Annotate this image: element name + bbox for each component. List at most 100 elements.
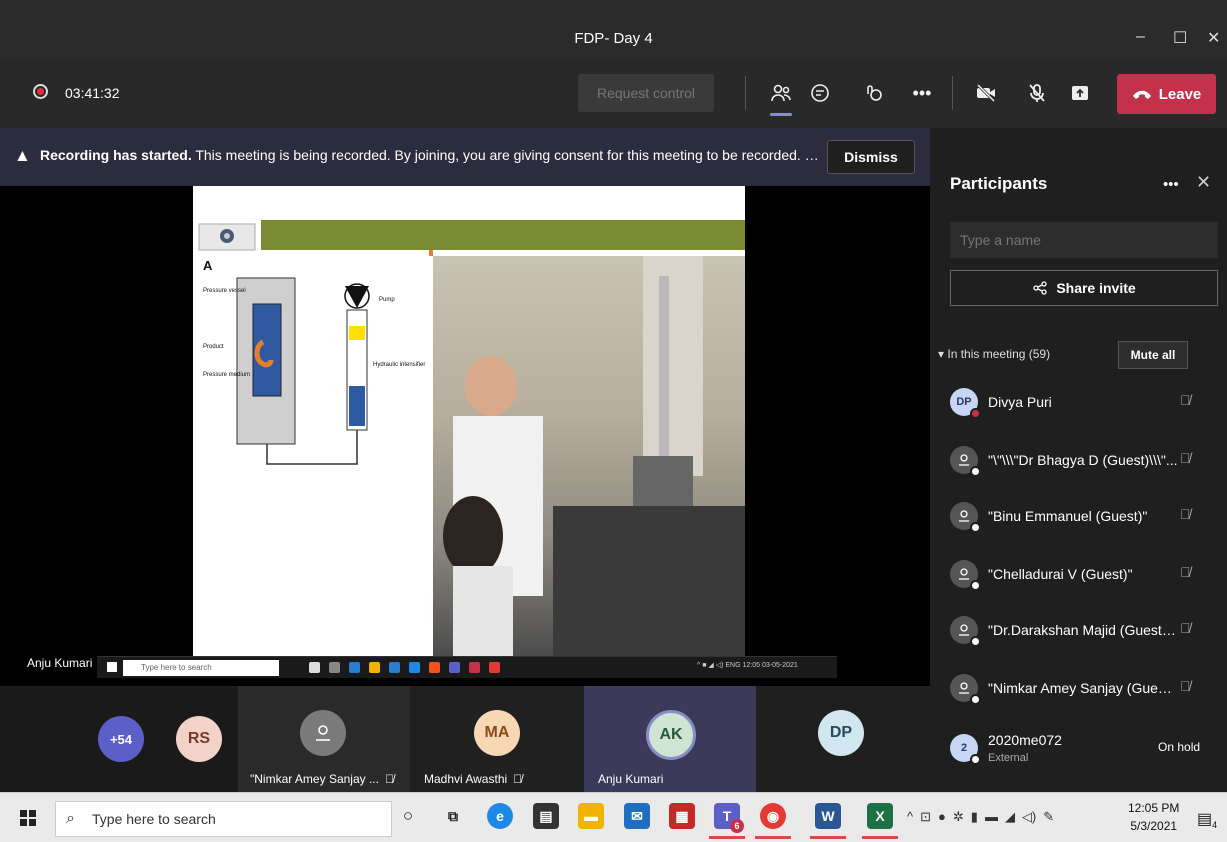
panel-more-icon[interactable]: ••• xyxy=(1163,176,1179,193)
mic-off-icon: 🎙̸ xyxy=(1180,392,1191,408)
chrome-icon[interactable]: ◉ xyxy=(755,803,791,839)
more-actions-icon[interactable]: ••• xyxy=(907,78,937,108)
shared-app-icon xyxy=(449,662,460,673)
gift-app-icon[interactable]: ▦ xyxy=(669,803,695,829)
participant-row[interactable]: "\"\\\"Dr Bhagya D (Guest)\\\"... 🎙̸ xyxy=(930,432,1227,488)
volume-icon[interactable]: ◁) xyxy=(1022,809,1036,825)
windows-start-icon[interactable] xyxy=(20,810,36,826)
participants-icon[interactable] xyxy=(766,78,796,116)
wifi-icon[interactable]: ◢ xyxy=(1005,809,1015,825)
mic-off-icon: 🎙̸ xyxy=(1180,678,1191,694)
in-meeting-label: In this meeting (59) xyxy=(947,347,1051,361)
microphone-icon[interactable]: ▮ xyxy=(971,809,978,825)
chat-icon[interactable] xyxy=(805,78,835,108)
leave-button[interactable]: Leave xyxy=(1117,74,1216,114)
mail-icon[interactable]: ✉ xyxy=(624,803,650,829)
mic-off-icon: 🎙̸ xyxy=(1180,564,1191,580)
avatar: DP xyxy=(818,710,864,756)
participant-row[interactable]: "Dr.Darakshan Majid (Guest)\... 🎙̸ xyxy=(930,602,1227,658)
request-control-button[interactable]: Request control xyxy=(578,74,714,112)
participant-row[interactable]: "Binu Emmanuel (Guest)" 🎙̸ xyxy=(930,488,1227,544)
battery-icon[interactable]: ▬ xyxy=(985,809,998,825)
label-hydraulic-intensifier: Hydraulic intensifier xyxy=(373,362,425,368)
avatar: AK xyxy=(646,710,696,760)
participant-row[interactable]: "Nimkar Amey Sanjay (Guest)" 🎙̸ xyxy=(930,660,1227,716)
clock-date: 5/3/2021 xyxy=(1130,819,1178,833)
pen-icon[interactable]: ✎ xyxy=(1043,809,1054,825)
mic-off-icon: 🎙̸ xyxy=(1180,450,1191,466)
tray-app-icon[interactable]: ⊡ xyxy=(920,809,931,825)
phone-hangup-icon xyxy=(1132,90,1151,99)
camera-off-icon[interactable] xyxy=(971,78,1001,108)
clock-time: 12:05 PM xyxy=(1128,801,1180,815)
chevron-up-icon[interactable]: ^ xyxy=(907,809,913,825)
reactions-icon[interactable] xyxy=(858,78,888,108)
taskbar-search-box[interactable]: ⌕ Type here to search xyxy=(55,801,392,837)
taskbar-clock[interactable]: 12:05 PM 5/3/2021 xyxy=(1128,799,1179,835)
shared-slide: A Pressure vessel Product Pressure mediu… xyxy=(193,186,745,658)
toolbar-divider xyxy=(745,76,746,110)
overflow-count[interactable]: +54 xyxy=(98,716,144,762)
meeting-stage: A Pressure vessel Product Pressure mediu… xyxy=(0,186,930,686)
edge-icon[interactable]: e xyxy=(487,803,513,829)
shared-app-icon xyxy=(429,662,440,673)
participant-subtitle: External xyxy=(988,752,1029,764)
lab-photo-illustration xyxy=(443,256,745,658)
tile-dp[interactable]: DP xyxy=(756,686,930,792)
participant-search-input[interactable] xyxy=(950,222,1218,258)
mic-off-icon[interactable] xyxy=(1022,78,1052,108)
panel-title: Participants xyxy=(950,174,1048,193)
share-invite-label: Share invite xyxy=(1056,280,1136,296)
warning-icon: ▲ xyxy=(14,146,31,165)
file-explorer-icon[interactable]: ▬ xyxy=(578,803,604,829)
cortana-icon[interactable]: ○ xyxy=(395,803,421,829)
tray-app-icon[interactable]: ✲ xyxy=(953,809,964,825)
status-badge xyxy=(970,408,981,419)
tile-name-text: Madhvi Awasthi xyxy=(424,772,508,786)
share-screen-icon[interactable] xyxy=(1065,78,1095,108)
in-meeting-section[interactable]: ▾ In this meeting (59) xyxy=(938,347,1050,361)
participant-row[interactable]: DP Divya Puri 🎙̸ xyxy=(930,374,1227,430)
word-icon[interactable]: W xyxy=(810,803,846,839)
participant-name: "Chelladurai V (Guest)" xyxy=(988,566,1133,582)
teams-icon[interactable]: T6 xyxy=(709,803,745,839)
tile-nimkar[interactable]: "Nimkar Amey Sanjay ... 🎙̸ xyxy=(238,686,410,792)
on-hold-status: On hold xyxy=(1158,740,1201,754)
participant-row-external[interactable]: 2 2020me072 External On hold xyxy=(930,720,1227,776)
participant-name: 2020me072 xyxy=(988,732,1062,748)
status-badge xyxy=(970,580,981,591)
store-icon[interactable]: ▤ xyxy=(533,803,559,829)
lab-photo xyxy=(433,256,745,658)
leave-label: Leave xyxy=(1158,85,1202,103)
shared-screen-taskbar: Type here to search ^ ■ ◢ ◁) ENG 12:05 0… xyxy=(97,656,837,678)
excel-icon[interactable]: X xyxy=(862,803,898,839)
mute-all-button[interactable]: Mute all xyxy=(1118,341,1188,369)
system-tray[interactable]: ^ ⊡ ● ✲ ▮ ▬ ◢ ◁) ✎ xyxy=(907,809,1054,825)
status-badge xyxy=(970,754,981,765)
close-window-button[interactable]: ✕ xyxy=(1207,28,1220,48)
notifications-icon[interactable]: ▤4 xyxy=(1197,809,1217,830)
tile-overflow[interactable]: +54 xyxy=(80,686,160,792)
avatar: 2 xyxy=(950,734,981,765)
tile-rs[interactable]: RS xyxy=(160,686,238,792)
avatar: RS xyxy=(176,716,222,762)
tray-app-icon[interactable]: ● xyxy=(938,809,946,825)
title-bar: FDP- Day 4 – ☐ ✕ xyxy=(0,0,1227,60)
participant-name: "Dr.Darakshan Majid (Guest)\... xyxy=(988,622,1178,638)
share-invite-button[interactable]: Share invite xyxy=(950,270,1218,306)
dismiss-button[interactable]: Dismiss xyxy=(827,140,915,174)
participant-name: "Nimkar Amey Sanjay (Guest)" xyxy=(988,680,1178,696)
guest-avatar-icon xyxy=(950,560,981,591)
task-view-icon[interactable]: ⧉ xyxy=(440,803,466,829)
tile-anju[interactable]: AK Anju Kumari xyxy=(584,686,756,792)
label-pressure-medium: Pressure medium xyxy=(203,372,250,378)
participant-row[interactable]: "Chelladurai V (Guest)" 🎙̸ xyxy=(930,546,1227,602)
maximize-button[interactable]: ☐ xyxy=(1173,28,1187,48)
shared-app-icon xyxy=(489,662,500,673)
panel-close-icon[interactable]: ✕ xyxy=(1196,172,1211,193)
tile-madhvi[interactable]: MA Madhvi Awasthi 🎙̸ xyxy=(410,686,584,792)
recording-notice-title: Recording has started. xyxy=(40,147,192,163)
guest-avatar-icon xyxy=(950,616,981,647)
participant-name: "Binu Emmanuel (Guest)" xyxy=(988,508,1148,524)
minimize-button[interactable]: – xyxy=(1136,28,1145,46)
